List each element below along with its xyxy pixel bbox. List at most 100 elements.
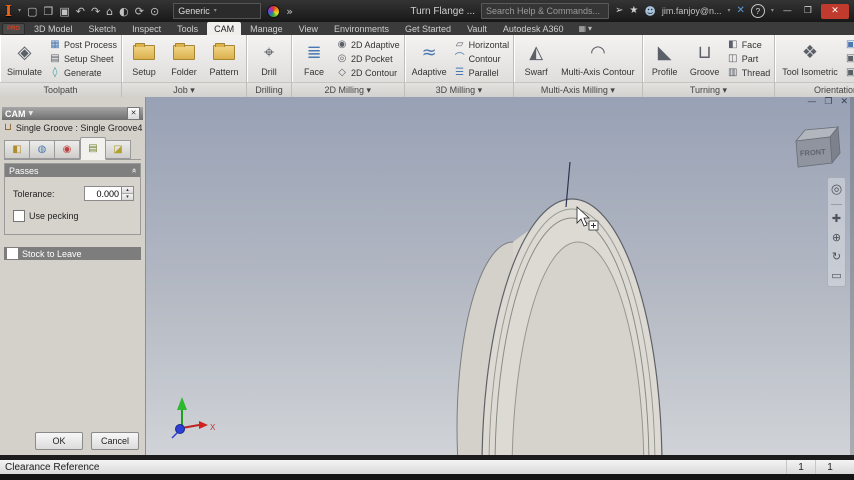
- tool-top-button[interactable]: ▣ Tool Top: [845, 66, 854, 79]
- panel-label-2d-milling[interactable]: 2D Milling ▾: [292, 82, 404, 97]
- profile-button[interactable]: ◣ Profile: [647, 40, 683, 78]
- open-file-icon[interactable]: ❐: [43, 6, 53, 17]
- toolbar-overflow-icon[interactable]: »: [286, 6, 293, 17]
- tab-cam[interactable]: CAM: [207, 22, 242, 35]
- help-icon[interactable]: ?: [750, 4, 765, 18]
- appearance-wheel-icon[interactable]: [267, 4, 281, 18]
- user-avatar-icon[interactable]: ☻: [644, 6, 655, 17]
- tab-view[interactable]: View: [292, 22, 325, 35]
- home-view-icon[interactable]: ⌂: [106, 6, 113, 17]
- panel-label-drilling[interactable]: Drilling: [247, 82, 292, 97]
- turn-thread-button[interactable]: ▥ Thread: [727, 66, 770, 79]
- passes-tab[interactable]: ▤: [80, 137, 106, 160]
- turn-part-button[interactable]: ◫ Part: [727, 52, 771, 65]
- doc-close-button[interactable]: ✕: [840, 98, 848, 107]
- 2d-pocket-button[interactable]: ◎ 2D Pocket: [336, 52, 400, 65]
- radii-tab[interactable]: ◉: [55, 140, 80, 159]
- tab-environments[interactable]: Environments: [327, 22, 396, 35]
- spinner-up-icon[interactable]: ▴: [122, 187, 133, 194]
- favorites-star-icon[interactable]: ★: [629, 6, 638, 16]
- panel-label-orientation[interactable]: Orientation ▾: [775, 82, 854, 97]
- post-process-button[interactable]: ▦ Post Process: [49, 38, 117, 51]
- parallel-button[interactable]: ☰ Parallel: [454, 66, 510, 79]
- account-menu-arrow-icon[interactable]: ▾: [728, 8, 731, 14]
- pattern-button[interactable]: Pattern: [206, 40, 242, 78]
- maximize-button[interactable]: ❐: [801, 6, 815, 16]
- generate-button[interactable]: ◊ Generate: [49, 66, 117, 79]
- panel-label-toolpath[interactable]: Toolpath: [0, 82, 122, 97]
- adaptive-button[interactable]: ≈ Adaptive: [409, 40, 450, 78]
- panel-label-job[interactable]: Job ▾: [122, 82, 247, 97]
- tool-isometric-button[interactable]: ❖ Tool Isometric: [779, 40, 841, 78]
- folder-button[interactable]: Folder: [166, 40, 202, 78]
- tab-sketch[interactable]: Sketch: [82, 22, 124, 35]
- view-cube-front-face[interactable]: FRONT: [800, 147, 827, 158]
- tab-vault[interactable]: Vault: [460, 22, 494, 35]
- new-file-icon[interactable]: ▢: [27, 6, 37, 17]
- update-icon[interactable]: ⟳: [135, 6, 144, 17]
- view-cube[interactable]: FRONT: [795, 125, 841, 168]
- stock-to-leave-checkbox[interactable]: [7, 248, 18, 259]
- tab-3d-model[interactable]: 3D Model: [27, 22, 80, 35]
- 2d-contour-button[interactable]: ◇ 2D Contour: [336, 66, 400, 79]
- look-at-icon[interactable]: ▭: [831, 270, 841, 281]
- tolerance-spinner[interactable]: ▴ ▾: [122, 186, 134, 201]
- tab-tools[interactable]: Tools: [170, 22, 205, 35]
- stock-to-leave-header[interactable]: Stock to Leave: [4, 247, 141, 260]
- tool-tab[interactable]: ◧: [4, 140, 30, 159]
- flange-model[interactable]: [456, 198, 663, 455]
- material-icon[interactable]: ⊙: [150, 6, 159, 17]
- multi-axis-contour-button[interactable]: ◠ Multi-Axis Contour: [558, 40, 638, 78]
- panel-label-3d-milling[interactable]: 3D Milling ▾: [404, 82, 514, 97]
- pan-icon[interactable]: ✚: [832, 213, 841, 224]
- doc-restore-button[interactable]: ❐: [824, 98, 832, 107]
- doc-minimize-button[interactable]: —: [807, 98, 816, 107]
- orbit-icon[interactable]: ↻: [832, 251, 841, 262]
- drill-button[interactable]: ⌖ Drill: [251, 40, 287, 78]
- tool-front-button[interactable]: ▣ Tool Front: [845, 38, 854, 51]
- close-button[interactable]: ✕: [821, 3, 849, 19]
- save-icon[interactable]: ▣: [59, 6, 69, 17]
- tool-right-button[interactable]: ▣ Tool Right: [845, 52, 854, 65]
- redo-icon[interactable]: ↷: [91, 6, 100, 17]
- use-pecking-checkbox[interactable]: [13, 210, 25, 222]
- contour-button[interactable]: ⌒ Contour: [454, 52, 510, 65]
- face-mill-button[interactable]: ≣ Face: [296, 40, 332, 78]
- search-input[interactable]: [481, 3, 610, 19]
- visual-style-icon[interactable]: ◐: [119, 6, 129, 17]
- passes-group-header[interactable]: Passes «: [5, 164, 140, 177]
- inventor-logo[interactable]: I: [5, 3, 12, 19]
- cam-panel-header[interactable]: CAM ▼ ✕: [2, 107, 143, 120]
- 3d-viewport[interactable]: X FRONT — ❐ ✕ ◎ ✚ ⊕ ↻ ▭: [146, 97, 854, 455]
- setup-button[interactable]: Setup: [126, 40, 162, 78]
- appearance-select[interactable]: Generic ▾: [173, 3, 262, 19]
- 2d-adaptive-button[interactable]: ◉ 2D Adaptive: [336, 38, 400, 51]
- navigation-wheel-icon[interactable]: ◎: [831, 183, 842, 196]
- groove-button[interactable]: ⊔ Groove: [687, 40, 723, 78]
- panel-close-icon[interactable]: ✕: [127, 107, 140, 120]
- tab-autodesk-a360[interactable]: Autodesk A360: [496, 22, 571, 35]
- spinner-down-icon[interactable]: ▾: [122, 194, 133, 200]
- swarf-button[interactable]: ◭ Swarf: [518, 40, 554, 78]
- tolerance-input[interactable]: [84, 186, 122, 201]
- ok-button[interactable]: OK: [35, 432, 83, 450]
- panel-label-turning[interactable]: Turning ▾: [642, 82, 775, 97]
- simulate-button[interactable]: ◈ Simulate: [4, 40, 45, 78]
- operation-row[interactable]: ⊔ Single Groove : Single Groove4: [0, 120, 145, 134]
- tab-manage[interactable]: Manage: [243, 22, 290, 35]
- collapse-icon[interactable]: «: [129, 168, 139, 174]
- a360-icon[interactable]: ✕: [737, 6, 745, 16]
- undo-icon[interactable]: ↶: [76, 6, 85, 17]
- tab-get-started[interactable]: Get Started: [398, 22, 458, 35]
- help-menu-arrow-icon[interactable]: ▾: [771, 8, 774, 14]
- pro-badge[interactable]: PRO: [2, 22, 26, 35]
- zoom-icon[interactable]: ⊕: [832, 232, 841, 243]
- cancel-button[interactable]: Cancel: [91, 432, 139, 450]
- setup-sheet-button[interactable]: ▤ Setup Sheet: [49, 52, 117, 65]
- linking-tab[interactable]: ◪: [106, 140, 131, 159]
- username[interactable]: jim.fanjoy@n...: [662, 6, 722, 16]
- horizontal-button[interactable]: ▱ Horizontal: [454, 38, 509, 51]
- search-pointer-icon[interactable]: ➢: [615, 6, 623, 16]
- geometry-tab[interactable]: ◍: [30, 140, 55, 159]
- turn-face-button[interactable]: ◧ Face: [727, 38, 771, 51]
